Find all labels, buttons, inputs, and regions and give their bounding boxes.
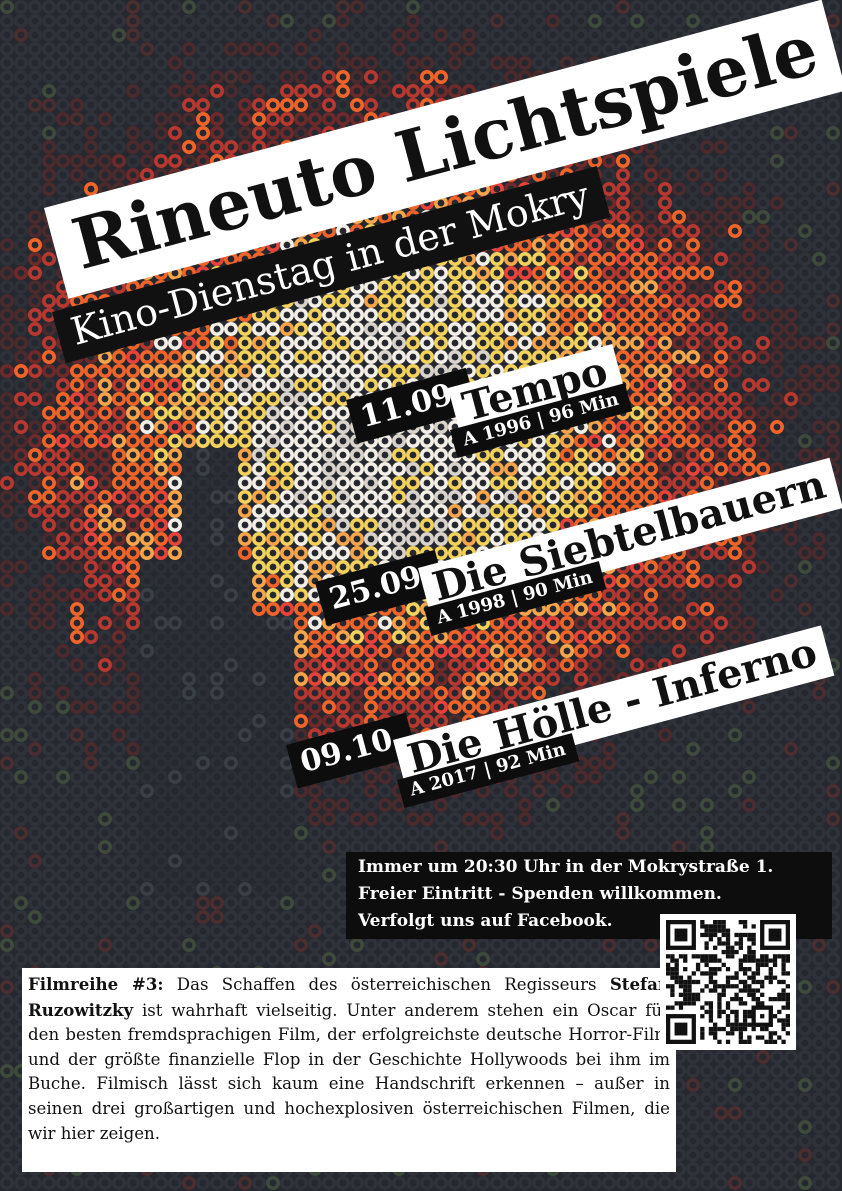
description-text-1: Das Schaffen des österreichischen Regiss… bbox=[176, 975, 597, 994]
info-line-time: Immer um 20:30 Uhr in der Mokrystraße 1. bbox=[358, 857, 774, 877]
info-line-entry: Freier Eintritt - Spenden willkommen. bbox=[358, 884, 722, 904]
series-description: Filmreihe #3: Das Schaffen des österreic… bbox=[22, 968, 676, 1172]
series-label: Filmreihe #3: bbox=[28, 974, 164, 994]
qr-code-icon bbox=[666, 920, 790, 1044]
description-text-2: ist wahrhaft vielseitig. Unter anderem s… bbox=[28, 1000, 670, 1143]
qr-code[interactable] bbox=[660, 914, 796, 1050]
